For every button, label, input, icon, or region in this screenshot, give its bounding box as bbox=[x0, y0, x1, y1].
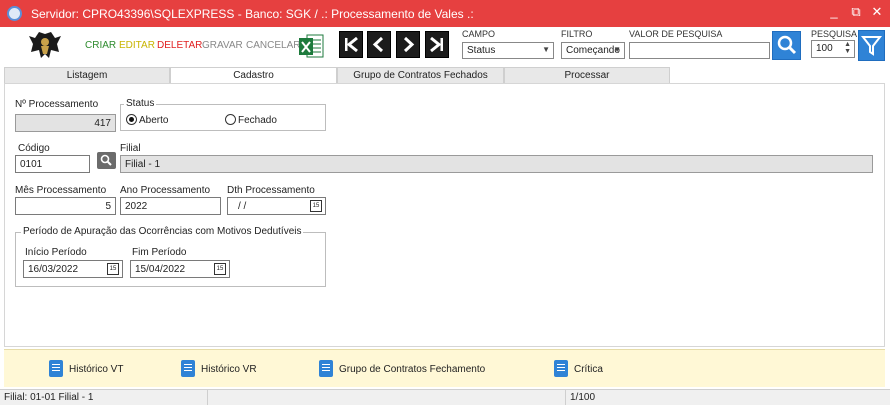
previous-record-button[interactable] bbox=[367, 31, 391, 58]
inicio-field[interactable]: 16/03/2022 15 bbox=[23, 260, 123, 278]
search-button[interactable] bbox=[772, 31, 801, 60]
chevron-down-icon: ▼ bbox=[613, 45, 621, 54]
campo-label: CAMPO bbox=[462, 29, 496, 39]
document-icon bbox=[319, 360, 333, 377]
filtro-label: FILTRO bbox=[561, 29, 593, 39]
fim-label: Fim Período bbox=[132, 247, 187, 258]
document-icon bbox=[181, 360, 195, 377]
search-icon bbox=[777, 35, 797, 55]
tab-grupo-contratos-fechados[interactable]: Grupo de Contratos Fechados bbox=[337, 67, 504, 83]
next-record-button[interactable] bbox=[396, 31, 420, 58]
bottom-action-bar: Histórico VT Histórico VR Grupo de Contr… bbox=[4, 349, 885, 387]
tab-bar: Listagem Cadastro Grupo de Contratos Fec… bbox=[0, 67, 890, 84]
pesquisa-limit-stepper[interactable]: 100 ▲ ▼ bbox=[811, 40, 855, 58]
pesquisa-limit-label: PESQUISA bbox=[811, 29, 858, 39]
criar-button[interactable]: CRIAR bbox=[85, 40, 116, 51]
dth-field[interactable]: / / 15 bbox=[227, 197, 326, 215]
status-fechado-label: Fechado bbox=[238, 115, 277, 126]
deletar-button[interactable]: DELETAR bbox=[157, 40, 202, 51]
tab-cadastro[interactable]: Cadastro bbox=[170, 67, 337, 84]
last-record-button[interactable] bbox=[425, 31, 449, 58]
toolbar: CRIAR EDITAR DELETAR GRAVAR CANCELAR CAM… bbox=[0, 27, 890, 67]
filtro-select[interactable]: Começando ▼ bbox=[561, 42, 625, 59]
historico-vr-label: Histórico VR bbox=[201, 364, 257, 375]
ano-label: Ano Processamento bbox=[120, 185, 211, 196]
nprocessamento-field: 417 bbox=[15, 114, 116, 132]
status-fechado-radio[interactable] bbox=[225, 114, 236, 125]
filter-button[interactable] bbox=[858, 30, 885, 61]
stepper-arrows-icon[interactable]: ▲ ▼ bbox=[844, 41, 851, 55]
valor-pesquisa-input[interactable] bbox=[629, 42, 770, 59]
periodo-group-title: Período de Apuração das Ocorrências com … bbox=[21, 226, 304, 237]
document-icon bbox=[49, 360, 63, 377]
inicio-label: Início Período bbox=[25, 247, 87, 258]
calendar-icon[interactable]: 15 bbox=[214, 263, 226, 275]
valor-pesquisa-label: VALOR DE PESQUISA bbox=[629, 29, 723, 39]
search-icon bbox=[100, 154, 112, 166]
cancelar-button[interactable]: CANCELAR bbox=[246, 40, 300, 51]
status-filial: Filial: 01-01 Filial - 1 bbox=[0, 390, 208, 405]
ano-field[interactable]: 2022 bbox=[120, 197, 221, 215]
first-record-button[interactable] bbox=[339, 31, 363, 58]
status-group-title: Status bbox=[124, 98, 157, 109]
historico-vt-label: Histórico VT bbox=[69, 364, 124, 375]
chevron-down-icon: ▼ bbox=[542, 45, 550, 54]
cadastro-panel: Nº Processamento 417 Status Aberto Fecha… bbox=[4, 83, 885, 347]
funnel-icon bbox=[860, 36, 883, 56]
status-aberto-label: Aberto bbox=[139, 115, 169, 126]
filial-field: Filial - 1 bbox=[120, 155, 873, 173]
previous-icon bbox=[372, 36, 384, 53]
mes-field[interactable]: 5 bbox=[15, 197, 116, 215]
filtro-select-value: Começando bbox=[566, 45, 620, 56]
calendar-icon[interactable]: 15 bbox=[107, 263, 119, 275]
status-records: 1/100 bbox=[570, 392, 596, 403]
codigo-lookup-button[interactable] bbox=[97, 152, 116, 169]
next-icon bbox=[403, 36, 415, 53]
dth-value: / / bbox=[238, 201, 247, 212]
title-bar: Servidor: CPRO43396\SQLEXPRESS - Banco: … bbox=[0, 0, 890, 27]
document-icon bbox=[554, 360, 568, 377]
tab-processar[interactable]: Processar bbox=[504, 67, 670, 83]
tab-listagem[interactable]: Listagem bbox=[4, 67, 170, 83]
status-aberto-radio[interactable] bbox=[126, 114, 137, 125]
pesquisa-limit-value: 100 bbox=[816, 43, 833, 54]
nprocessamento-label: Nº Processamento bbox=[15, 99, 99, 110]
codigo-field[interactable]: 0101 bbox=[15, 155, 90, 173]
campo-select-value: Status bbox=[467, 45, 496, 56]
fim-value: 15/04/2022 bbox=[135, 264, 186, 275]
grupo-contratos-fechamento-label: Grupo de Contratos Fechamento bbox=[339, 364, 486, 375]
editar-button[interactable]: EDITAR bbox=[119, 40, 155, 51]
calendar-icon[interactable]: 15 bbox=[310, 200, 322, 212]
dth-label: Dth Processamento bbox=[227, 185, 315, 196]
restore-button[interactable]: ⧉ bbox=[848, 4, 864, 20]
status-empty bbox=[208, 390, 566, 405]
last-icon bbox=[430, 36, 443, 53]
mes-label: Mês Processamento bbox=[15, 185, 107, 196]
status-bar: Filial: 01-01 Filial - 1 1/100 bbox=[0, 389, 890, 405]
filial-label: Filial bbox=[120, 143, 141, 154]
gravar-button[interactable]: GRAVAR bbox=[202, 40, 243, 51]
critica-label: Crítica bbox=[574, 364, 603, 375]
fim-field[interactable]: 15/04/2022 15 bbox=[130, 260, 230, 278]
first-icon bbox=[345, 36, 358, 53]
company-logo-icon bbox=[29, 32, 61, 58]
campo-select[interactable]: Status ▼ bbox=[462, 42, 554, 59]
minimize-button[interactable]: _ bbox=[826, 4, 842, 20]
codigo-label: Código bbox=[18, 143, 50, 154]
app-logo-icon bbox=[7, 6, 22, 21]
close-button[interactable]: ✕ bbox=[869, 4, 885, 20]
window-title: Servidor: CPRO43396\SQLEXPRESS - Banco: … bbox=[31, 7, 474, 21]
excel-export-icon[interactable] bbox=[298, 32, 324, 60]
inicio-value: 16/03/2022 bbox=[28, 264, 79, 275]
